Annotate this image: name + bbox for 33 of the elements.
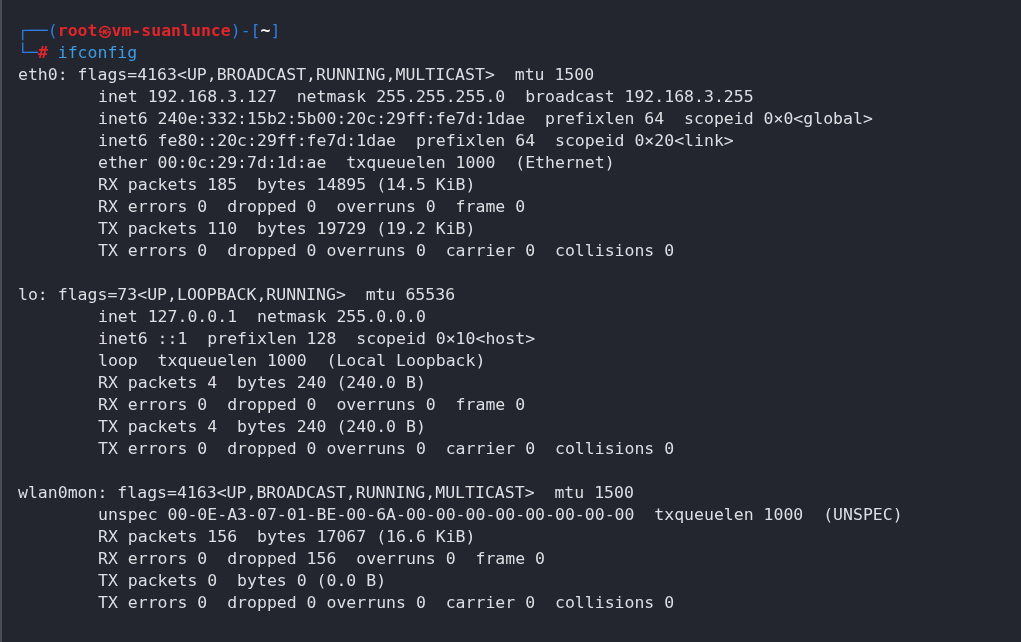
output-line: TX errors 0 dropped 0 overruns 0 carrier 0 collisions 0 <box>97 240 676 262</box>
output-line: loop txqueuelen 1000 (Local Loopback) <box>97 350 487 372</box>
output-line: ether 00:0c:29:7d:1d:ae txqueuelen 1000 (Ethernet) <box>97 152 616 174</box>
prompt-frame: ] <box>270 21 281 40</box>
output-line: RX packets 4 bytes 240 (240.0 B) <box>97 372 427 394</box>
interface-header: lo: flags=73<UP,LOOPBACK,RUNNING> mtu 65536 <box>18 284 457 306</box>
output-line: inet6 fe80::20c:29ff:fe7d:1dae prefixlen 64 scopeid 0×20<link> <box>97 130 735 152</box>
prompt-directory: ~ <box>260 21 271 40</box>
output-line: TX packets 4 bytes 240 (240.0 B) <box>97 416 427 438</box>
prompt-frame: ┌──( <box>18 21 58 40</box>
output-line: inet 127.0.0.1 netmask 255.0.0.0 <box>97 306 427 328</box>
interface-header: wlan0mon: flags=4163<UP,BROADCAST,RUNNING,MULTICAST> mtu 1500 <box>18 482 635 504</box>
output-line: TX packets 110 bytes 19729 (19.2 KiB) <box>97 218 477 240</box>
output-line: unspec 00-0E-A3-07-01-BE-00-6A-00-00-00-00-00-00-00-00 txqueuelen 1000 (UNSPEC) <box>97 504 904 526</box>
prompt-at-sign: ㉿ <box>97 23 112 39</box>
output-line: RX errors 0 dropped 156 overruns 0 frame 0 <box>97 548 547 570</box>
output-line: TX errors 0 dropped 0 overruns 0 carrier 0 collisions 0 <box>97 592 676 614</box>
output-line: RX errors 0 dropped 0 overruns 0 frame 0 <box>97 196 527 218</box>
output-line: RX packets 156 bytes 17067 (16.6 KiB) <box>97 526 477 548</box>
prompt-user: root <box>57 21 98 40</box>
command-text: ifconfig <box>57 43 138 62</box>
output-line: TX errors 0 dropped 0 overruns 0 carrier 0 collisions 0 <box>97 438 676 460</box>
output-line: inet6 ::1 prefixlen 128 scopeid 0×10<host> <box>97 328 537 350</box>
output-line: RX errors 0 dropped 0 overruns 0 frame 0 <box>97 394 527 416</box>
output-line: RX packets 185 bytes 14895 (14.5 KiB) <box>97 174 477 196</box>
prompt-frame: )-[ <box>230 21 261 40</box>
output-line: inet6 240e:332:15b2:5b00:20c:29ff:fe7d:1dae prefixlen 64 scopeid 0×0<global> <box>97 108 874 130</box>
output-line: TX packets 0 bytes 0 (0.0 B) <box>97 570 388 592</box>
prompt-frame: └─ <box>18 43 38 62</box>
output-line: inet 192.168.3.127 netmask 255.255.255.0 broadcast 192.168.3.255 <box>97 86 755 108</box>
interface-header: eth0: flags=4163<UP,BROADCAST,RUNNING,MULTICAST> mtu 1500 <box>18 64 596 86</box>
prompt-host: vm-suanlunce <box>111 21 231 40</box>
prompt-symbol: # <box>37 43 48 62</box>
